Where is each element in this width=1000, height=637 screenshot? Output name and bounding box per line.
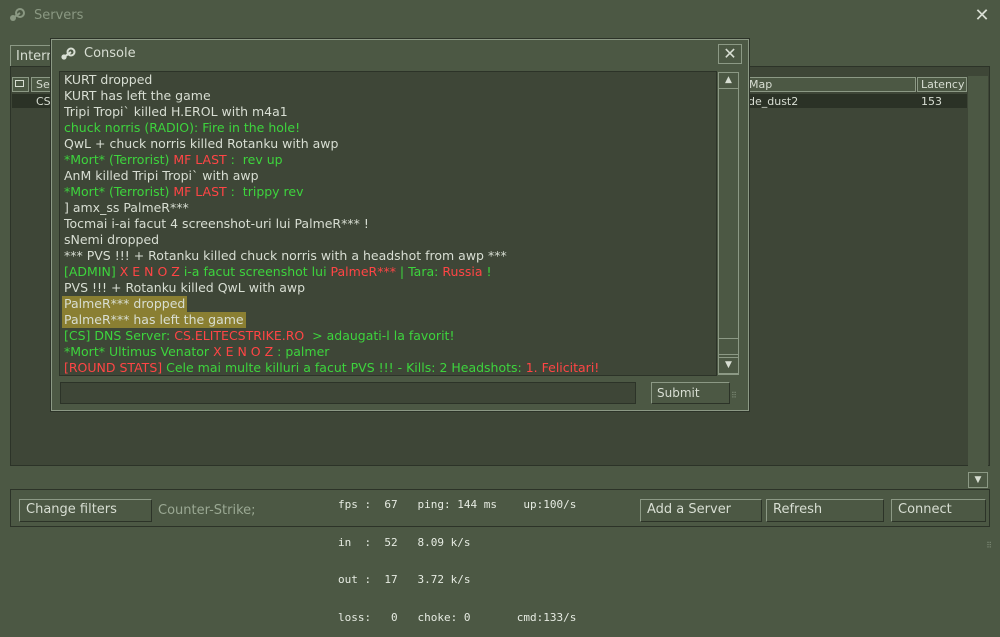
net-graph-line: out : 17 3.72 k/s xyxy=(338,573,471,586)
console-line: QwL + chuck norris killed Rotanku with a… xyxy=(60,136,716,152)
console-line-segment: : palmer xyxy=(273,344,330,359)
console-line-segment: [ADMIN] xyxy=(64,264,120,279)
servers-close-icon[interactable]: ✕ xyxy=(972,6,992,26)
lock-icon xyxy=(15,80,24,87)
console-line-segment: PalmeR*** dropped xyxy=(62,296,188,312)
filter-summary: Counter-Strike; xyxy=(158,503,256,518)
column-header-latency[interactable]: Latency xyxy=(917,77,967,92)
console-line-segment: KURT dropped xyxy=(64,72,153,87)
console-line: PalmeR*** dropped xyxy=(60,296,716,312)
console-line: *** PVS !!! + Rotanku killed chuck norri… xyxy=(60,248,716,264)
servers-window-title: Servers xyxy=(34,8,84,23)
steam-logo-icon xyxy=(61,47,76,60)
console-line-segment: [CS] DNS Server: xyxy=(64,328,175,343)
console-line-segment: QwL + chuck norris killed Rotanku with a… xyxy=(64,136,339,151)
console-line: KURT dropped xyxy=(60,72,716,88)
console-line: sNemi dropped xyxy=(60,232,716,248)
change-filters-button[interactable]: Change filters xyxy=(19,499,152,522)
scroll-down-arrow-icon[interactable]: ▼ xyxy=(968,472,988,488)
console-line-segment: CS.ELITECSTRIKE.RO xyxy=(174,328,305,343)
console-line-segment: PVS !!! + Rotanku killed QwL with awp xyxy=(64,280,306,295)
steam-logo-icon xyxy=(10,8,25,21)
console-line: ] amx_ss PalmeR*** xyxy=(60,200,716,216)
console-line-segment: KURT has left the game xyxy=(64,88,211,103)
console-line-segment: *Mort* xyxy=(64,344,109,359)
console-line-segment: ] amx_ss PalmeR*** xyxy=(64,200,189,215)
console-line-segment: ! xyxy=(482,264,492,279)
resize-grip-icon[interactable]: ⠿ xyxy=(976,542,992,557)
add-server-button[interactable]: Add a Server xyxy=(640,499,762,522)
console-line: *Mort* (Terrorist) MF LAST : rev up xyxy=(60,152,716,168)
console-command-input[interactable] xyxy=(60,382,636,404)
console-line-segment: PalmeR*** xyxy=(330,264,396,279)
console-line-segment: *Mort* (Terrorist) xyxy=(64,184,174,199)
console-line-segment: *Mort* (Terrorist) xyxy=(64,152,174,167)
console-line-segment: AnM killed Tripi Tropi` with awp xyxy=(64,168,259,183)
server-list-scrollbar[interactable] xyxy=(968,76,988,489)
console-line: AnM killed Tripi Tropi` with awp xyxy=(60,168,716,184)
net-graph: fps : 67 ping: 144 ms up:100/s in : 52 8… xyxy=(338,474,576,637)
console-line-segment: 1. Felicitari! xyxy=(525,360,600,375)
console-line: KURT has left the game xyxy=(60,88,716,104)
console-line-segment: i-a facut screenshot lui xyxy=(183,264,331,279)
console-scroll-thumb[interactable] xyxy=(718,338,739,355)
servers-titlebar xyxy=(0,0,1000,32)
console-line-segment: > adaugati-l la favorit! xyxy=(304,328,455,343)
row-map: de_dust2 xyxy=(748,95,799,108)
console-line-segment: PVS !!! xyxy=(350,360,394,375)
console-line: Tripi Tropi` killed H.EROL with m4a1 xyxy=(60,104,716,120)
console-line: PalmeR*** has left the game xyxy=(60,312,716,328)
console-line: chuck norris (RADIO): Fire in the hole! xyxy=(60,120,716,136)
row-latency: 153 xyxy=(921,95,942,108)
console-line-segment: PalmeR*** has left the game xyxy=(62,312,246,328)
console-line: [ROUND STATS] Cele mai multe killuri a f… xyxy=(60,360,716,375)
resize-grip-icon[interactable]: ⠿ xyxy=(731,392,743,405)
submit-button[interactable]: Submit xyxy=(651,382,730,404)
scroll-up-arrow-icon[interactable]: ▲ xyxy=(718,72,739,89)
console-line: *Mort* Ultimus Venator X E N O Z : palme… xyxy=(60,344,716,360)
console-output: KURT dropped KURT has left the game Tripi … xyxy=(59,71,717,376)
console-title: Console xyxy=(84,46,136,61)
console-line: Tocmai i-ai facut 4 screenshot-uri lui P… xyxy=(60,216,716,232)
row-server-name: CS xyxy=(36,95,50,108)
console-line: [ADMIN] X E N O Z i-a facut screenshot l… xyxy=(60,264,716,280)
net-graph-line: in : 52 8.09 k/s xyxy=(338,535,471,549)
console-line-segment: | Tara: xyxy=(395,264,443,279)
console-line-segment: MF LAST xyxy=(173,152,227,167)
console-line: PVS !!! + Rotanku killed QwL with awp xyxy=(60,280,716,296)
console-line-segment: Tocmai i-ai facut 4 screenshot-uri lui P… xyxy=(64,216,369,231)
console-line-segment: Tripi Tropi` killed H.EROL with m4a1 xyxy=(64,104,288,119)
net-graph-line: loss: 0 choke: 0 cmd:133/s xyxy=(338,610,577,624)
console-line-segment: Headshots: xyxy=(447,360,526,375)
scroll-down-arrow-icon[interactable]: ▼ xyxy=(718,357,739,374)
console-line: [CS] DNS Server: CS.ELITECSTRIKE.RO > ad… xyxy=(60,328,716,344)
console-line-segment: *** PVS !!! + Rotanku killed chuck norri… xyxy=(64,248,507,263)
console-line-segment: : rev up xyxy=(226,152,283,167)
connect-button[interactable]: Connect xyxy=(891,499,986,522)
console-line-segment: X E N O Z xyxy=(119,264,184,279)
console-line-segment: [ROUND STATS] xyxy=(64,360,167,375)
console-line-segment: Ultimus Venator xyxy=(108,344,214,359)
console-line-segment: sNemi dropped xyxy=(64,232,160,247)
console-line-segment: - Kills: xyxy=(393,360,440,375)
console-line-segment: : trippy rev xyxy=(226,184,304,199)
console-line: *Mort* (Terrorist) MF LAST : trippy rev xyxy=(60,184,716,200)
console-line-segment: chuck norris (RADIO): Fire in the hole! xyxy=(64,120,301,135)
refresh-button[interactable]: Refresh xyxy=(766,499,884,522)
column-header-map[interactable]: Map xyxy=(742,77,916,92)
console-line-segment: Cele mai multe killuri a facut xyxy=(166,360,351,375)
net-graph-line: fps : 67 ping: 144 ms up:100/s xyxy=(338,498,577,511)
console-line-segment: X E N O Z xyxy=(213,344,274,359)
console-line-segment: MF LAST xyxy=(173,184,227,199)
console-line-segment: Russia xyxy=(442,264,483,279)
console-close-icon[interactable]: ✕ xyxy=(718,44,742,64)
console-scrollbar[interactable] xyxy=(718,72,739,375)
